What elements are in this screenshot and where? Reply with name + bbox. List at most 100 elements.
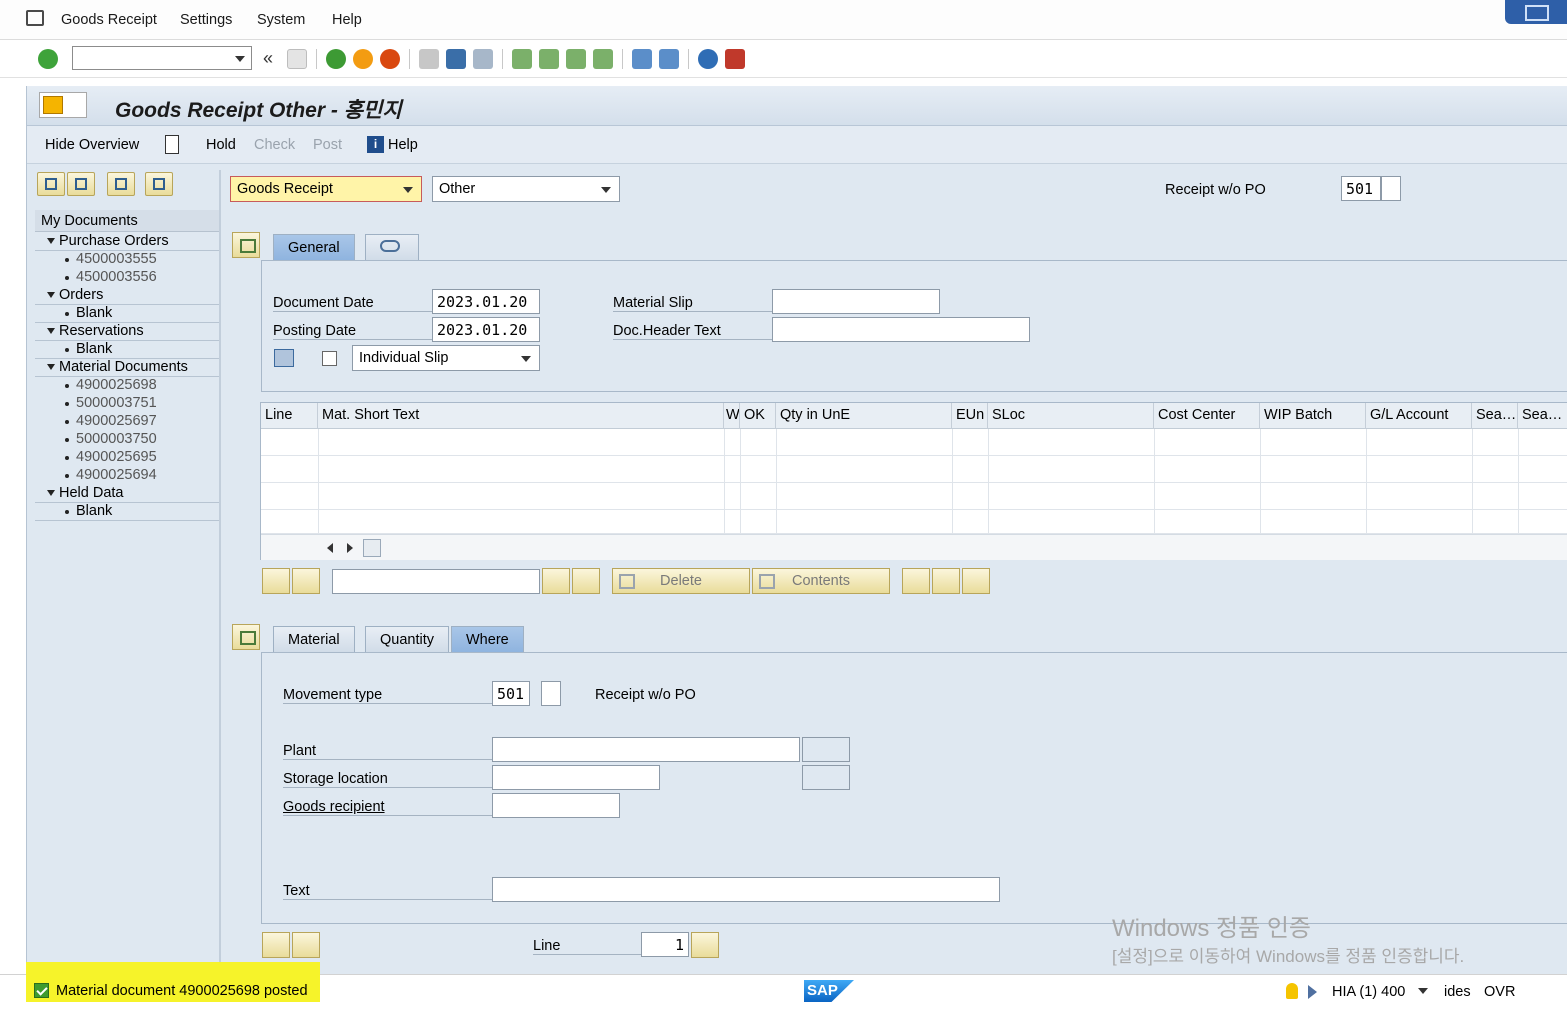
- tree-group-material-documents[interactable]: Material Documents: [35, 359, 221, 377]
- hide-overview-button[interactable]: Hide Overview: [45, 137, 139, 153]
- add-row-icon[interactable]: [262, 568, 290, 594]
- column-header[interactable]: Sea…: [1518, 403, 1567, 429]
- goods-recipient-label[interactable]: Goods recipient: [283, 799, 493, 816]
- find-icon[interactable]: [542, 568, 570, 594]
- find-next-icon[interactable]: [473, 49, 493, 69]
- scroll-thumb[interactable]: [363, 539, 381, 557]
- transaction-select[interactable]: Goods Receipt: [230, 176, 422, 202]
- plant-field[interactable]: [492, 737, 800, 762]
- back-icon[interactable]: [326, 49, 346, 69]
- exit-icon[interactable]: [353, 49, 373, 69]
- table-row[interactable]: [261, 429, 1567, 456]
- menu-goods-receipt[interactable]: Goods Receipt: [61, 12, 157, 28]
- menu-system[interactable]: System: [257, 12, 305, 28]
- column-header[interactable]: EUn: [952, 403, 988, 429]
- check-button[interactable]: Check: [254, 137, 295, 153]
- chevron-down-icon[interactable]: [47, 364, 55, 370]
- tree-group-reservations[interactable]: Reservations: [35, 323, 221, 341]
- grid-search-field[interactable]: [332, 569, 540, 594]
- scroll-right-icon[interactable]: [347, 543, 353, 553]
- expand-icon[interactable]: [902, 568, 930, 594]
- column-header[interactable]: G/L Account: [1366, 403, 1472, 429]
- document-date-field[interactable]: 2023.01.20: [432, 289, 540, 314]
- table-row[interactable]: [261, 456, 1567, 483]
- print-icon[interactable]: [274, 349, 294, 367]
- scroll-left-icon[interactable]: [327, 543, 333, 553]
- storage-location-field[interactable]: [492, 765, 660, 790]
- chevron-down-icon[interactable]: [47, 328, 55, 334]
- tree-item[interactable]: 5000003750: [35, 431, 221, 449]
- collapse-icon[interactable]: «: [263, 48, 273, 69]
- chevron-down-icon[interactable]: [47, 238, 55, 244]
- first-page-icon[interactable]: [512, 49, 532, 69]
- filter-icon[interactable]: [292, 568, 320, 594]
- go-to-line-icon[interactable]: [691, 932, 719, 958]
- column-header[interactable]: SLoc: [988, 403, 1154, 429]
- tab-material[interactable]: Material: [273, 626, 355, 652]
- hold-button[interactable]: Hold: [206, 137, 236, 153]
- movement-type-header-field[interactable]: 501: [1341, 176, 1381, 201]
- tab-general[interactable]: General: [273, 234, 355, 260]
- tree-item[interactable]: 4900025694: [35, 467, 221, 485]
- tree-item[interactable]: 4900025695: [35, 449, 221, 467]
- posting-date-field[interactable]: 2023.01.20: [432, 317, 540, 342]
- panel-splitter[interactable]: [219, 170, 221, 970]
- header-collapse-icon[interactable]: [232, 232, 260, 258]
- material-slip-field[interactable]: [772, 289, 940, 314]
- find-icon[interactable]: [446, 49, 466, 69]
- window-layout-icon[interactable]: [1505, 0, 1567, 24]
- prev-page-icon[interactable]: [539, 49, 559, 69]
- delete-icon[interactable]: [107, 172, 135, 196]
- print-icon[interactable]: [419, 49, 439, 69]
- close-overview-icon[interactable]: [145, 172, 173, 196]
- menu-icon[interactable]: [26, 10, 44, 26]
- hierarchy-icon[interactable]: [932, 568, 960, 594]
- cancel-icon[interactable]: [380, 49, 400, 69]
- print-checkbox[interactable]: [322, 351, 337, 366]
- table-row[interactable]: [261, 483, 1567, 510]
- tree-item[interactable]: 4900025698: [35, 377, 221, 395]
- column-header[interactable]: Sea…: [1472, 403, 1518, 429]
- transaction-menu-icon[interactable]: [39, 92, 87, 118]
- movement-type-field[interactable]: 501: [492, 681, 530, 706]
- delete-button[interactable]: Delete: [612, 568, 750, 594]
- help-bulb-icon[interactable]: [1286, 983, 1298, 999]
- tree-group-purchase-orders[interactable]: Purchase Orders: [35, 233, 221, 251]
- chevron-down-icon[interactable]: [235, 56, 245, 62]
- chevron-down-icon[interactable]: [601, 187, 611, 193]
- tree-item[interactable]: Blank: [35, 503, 221, 521]
- next-page-icon[interactable]: [566, 49, 586, 69]
- contents-button[interactable]: Contents: [752, 568, 890, 594]
- find-next-icon[interactable]: [572, 568, 600, 594]
- menu-settings[interactable]: Settings: [180, 12, 232, 28]
- reference-select[interactable]: Other: [432, 176, 620, 202]
- movement-type-ind-field[interactable]: [541, 681, 561, 706]
- tree-group-orders[interactable]: Orders: [35, 287, 221, 305]
- movement-type-extra-field[interactable]: [1381, 176, 1401, 201]
- slip-type-select[interactable]: Individual Slip: [352, 345, 540, 371]
- last-page-icon[interactable]: [593, 49, 613, 69]
- help-button[interactable]: Help: [388, 137, 418, 153]
- column-header[interactable]: Cost Center: [1154, 403, 1260, 429]
- new-session-icon[interactable]: [632, 49, 652, 69]
- goods-recipient-field[interactable]: [492, 793, 620, 818]
- chevron-down-icon[interactable]: [47, 292, 55, 298]
- column-header[interactable]: OK: [740, 403, 776, 429]
- system-info[interactable]: HIA (1) 400: [1332, 984, 1405, 1000]
- enter-icon[interactable]: [38, 49, 58, 69]
- shortcut-icon[interactable]: [659, 49, 679, 69]
- horizontal-scrollbar[interactable]: [261, 534, 1567, 560]
- tree-item[interactable]: 4500003555: [35, 251, 221, 269]
- text-field[interactable]: [492, 877, 1000, 902]
- info-icon[interactable]: i: [367, 136, 384, 153]
- tree-item[interactable]: 4500003556: [35, 269, 221, 287]
- previous-item-icon[interactable]: [262, 932, 290, 958]
- variant-icon[interactable]: [962, 568, 990, 594]
- column-header[interactable]: WIP Batch: [1260, 403, 1366, 429]
- tree-group-held-data[interactable]: Held Data: [35, 485, 221, 503]
- expand-all-icon[interactable]: [37, 172, 65, 196]
- new-document-icon[interactable]: [165, 135, 179, 154]
- tree-item[interactable]: 4900025697: [35, 413, 221, 431]
- tab-quantity[interactable]: Quantity: [365, 626, 449, 652]
- table-row[interactable]: [261, 510, 1567, 534]
